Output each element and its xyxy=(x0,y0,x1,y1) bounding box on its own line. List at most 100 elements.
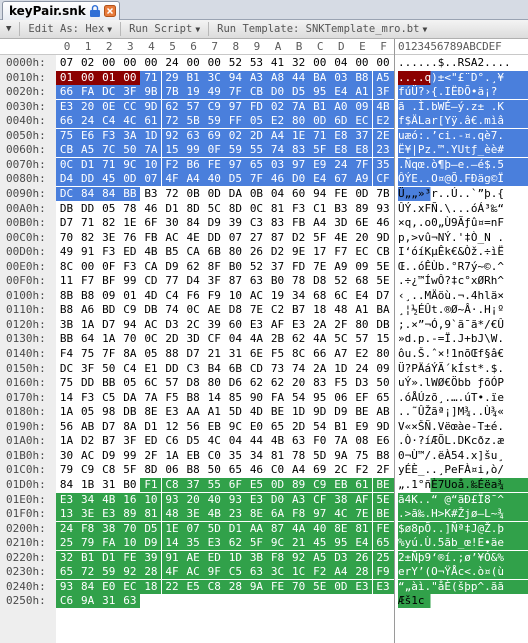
hex-byte[interactable]: D9 xyxy=(330,405,351,419)
hex-byte[interactable]: E3 xyxy=(351,579,373,594)
hex-byte[interactable]: F2 xyxy=(161,157,183,172)
hex-byte[interactable]: 1C xyxy=(288,565,310,580)
hex-byte[interactable]: C0 xyxy=(204,449,225,463)
hex-byte[interactable]: 3F xyxy=(119,85,141,100)
hex-byte[interactable]: 82 xyxy=(98,216,119,230)
hex-byte[interactable]: 16 xyxy=(119,492,141,507)
ascii-text[interactable]: ‹¸..MÄöù.¬.4hlä× xyxy=(398,289,528,303)
hex-byte[interactable]: C0 xyxy=(267,463,288,477)
hex-byte[interactable]: 2B xyxy=(267,332,288,346)
hex-byte[interactable]: B0 xyxy=(225,260,246,274)
hex-byte[interactable]: C3 xyxy=(183,362,204,376)
hex-byte[interactable]: E6 xyxy=(373,434,394,448)
hex-byte[interactable]: E0 xyxy=(98,579,120,594)
hex-byte[interactable]: 9C xyxy=(119,157,141,172)
hex-byte[interactable]: B4 xyxy=(204,362,225,376)
hex-byte[interactable]: B7 xyxy=(98,434,119,448)
hex-byte[interactable]: D1 xyxy=(162,202,183,216)
hex-byte[interactable]: 0D xyxy=(309,114,331,129)
hex-byte[interactable]: 54 xyxy=(288,391,309,405)
hex-byte[interactable]: 97 xyxy=(309,507,331,522)
hex-byte[interactable]: 72 xyxy=(161,114,183,129)
hex-byte[interactable]: F5 xyxy=(267,347,288,361)
hex-byte[interactable]: B8 xyxy=(77,289,98,303)
hex-byte[interactable]: 80 xyxy=(204,376,225,390)
ascii-text[interactable]: ÔÝE..O¤@Õ.FÐäg©Ï xyxy=(398,172,528,187)
hex-byte[interactable]: A4 xyxy=(182,172,204,187)
hex-byte[interactable]: 71 xyxy=(98,157,120,172)
hex-byte[interactable]: 4B xyxy=(372,99,394,114)
hex-byte[interactable]: 7A xyxy=(288,99,310,114)
hex-byte[interactable]: 6C xyxy=(140,376,161,390)
hex-byte[interactable]: AB xyxy=(373,405,394,419)
hex-byte[interactable]: D9 xyxy=(204,216,225,230)
hex-byte[interactable]: 8D xyxy=(183,202,204,216)
hex-byte[interactable]: 2F xyxy=(373,463,394,477)
hex-byte[interactable]: BE xyxy=(372,477,394,492)
hex-byte[interactable]: 9A xyxy=(330,449,351,463)
ascii-text[interactable]: 0¬Ù™/.ëÀ54.x]šu¸ xyxy=(398,449,528,463)
edit-as-dropdown[interactable]: Edit As: Hex ▼ xyxy=(24,23,116,35)
hex-byte[interactable]: DC xyxy=(56,362,77,376)
hex-byte[interactable]: 1A xyxy=(98,332,119,346)
hex-byte[interactable]: 00 xyxy=(373,56,394,70)
hex-byte[interactable]: EC xyxy=(351,245,372,259)
hex-byte[interactable]: FE xyxy=(330,187,351,201)
hex-byte[interactable]: 41 xyxy=(267,56,288,70)
hex-byte[interactable]: 3B xyxy=(56,318,77,332)
hex-byte[interactable]: DD xyxy=(77,202,98,216)
hex-byte[interactable]: F9 xyxy=(372,565,394,580)
hex-byte[interactable]: 1A xyxy=(162,449,183,463)
hex-byte[interactable]: 7E xyxy=(246,303,267,317)
hex-byte[interactable]: 4E xyxy=(183,231,204,245)
hex-byte[interactable]: 85 xyxy=(225,391,246,405)
hex-byte[interactable]: E2 xyxy=(372,114,394,129)
hex-byte[interactable]: 80 xyxy=(288,114,310,129)
hex-byte[interactable]: D2 xyxy=(288,231,309,245)
ascii-text[interactable]: ......$..RSA2.... xyxy=(398,56,528,70)
ascii-text[interactable]: f$ÄLar[Yÿ.â€.mìâ xyxy=(398,114,528,129)
hex-byte[interactable]: 56 xyxy=(56,420,77,434)
hex-byte[interactable]: CF xyxy=(372,172,394,187)
hex-byte[interactable]: 97 xyxy=(224,99,246,114)
hex-byte[interactable]: 3D xyxy=(330,216,351,230)
hex-byte[interactable]: 38 xyxy=(98,521,120,536)
hex-byte[interactable]: B0 xyxy=(119,478,140,492)
hex-byte[interactable]: 46 xyxy=(246,463,267,477)
hex-byte[interactable]: E9 xyxy=(351,420,372,434)
hex-byte[interactable]: D8 xyxy=(225,303,246,317)
hex-byte[interactable]: 6A xyxy=(267,507,289,522)
hex-byte[interactable]: 4D xyxy=(246,405,267,419)
hex-byte[interactable]: 7B xyxy=(161,85,183,100)
hex-byte[interactable]: E3 xyxy=(162,405,183,419)
hex-byte[interactable]: 60 xyxy=(288,187,309,201)
hex-byte[interactable]: C3 xyxy=(246,216,267,230)
hex-byte[interactable]: B3 xyxy=(140,187,161,201)
hex-byte[interactable]: 23 xyxy=(372,143,394,158)
hex-byte[interactable]: A1 xyxy=(204,405,225,419)
hex-byte[interactable]: 02 xyxy=(224,128,246,143)
hex-byte[interactable]: 8E xyxy=(330,521,352,536)
ascii-text[interactable]: $ø8pÕ..]Ñª‡J@Ž.þ xyxy=(398,521,528,536)
hex-byte[interactable]: 21 xyxy=(288,536,310,551)
hex-byte[interactable]: 92 xyxy=(161,128,183,143)
hex-byte[interactable]: 78 xyxy=(288,449,309,463)
hex-byte[interactable]: F3 xyxy=(98,128,120,143)
hex-byte[interactable]: E8 xyxy=(330,128,352,143)
hex-byte[interactable]: 8A xyxy=(119,347,140,361)
hex-byte[interactable]: D5 xyxy=(140,521,162,536)
hex-byte[interactable]: 50 xyxy=(98,362,119,376)
hex-byte[interactable]: 4C xyxy=(330,507,352,522)
hex-byte[interactable]: 00 xyxy=(119,56,140,70)
hex-byte[interactable]: A4 xyxy=(288,463,309,477)
hex-byte[interactable]: 24 xyxy=(77,114,99,129)
hex-byte[interactable]: 35 xyxy=(182,536,204,551)
hex-byte[interactable]: 34 xyxy=(246,449,267,463)
hex-byte[interactable]: E8 xyxy=(330,143,352,158)
hex-byte[interactable]: B8 xyxy=(56,303,77,317)
hex-byte[interactable]: 5F xyxy=(245,536,267,551)
hex-byte[interactable]: 88 xyxy=(162,347,183,361)
ascii-text[interactable]: uæó:.’ci.-¤.qè7. xyxy=(398,128,528,143)
hex-byte[interactable]: BE xyxy=(267,405,288,419)
hex-byte[interactable]: 93 xyxy=(56,579,78,594)
